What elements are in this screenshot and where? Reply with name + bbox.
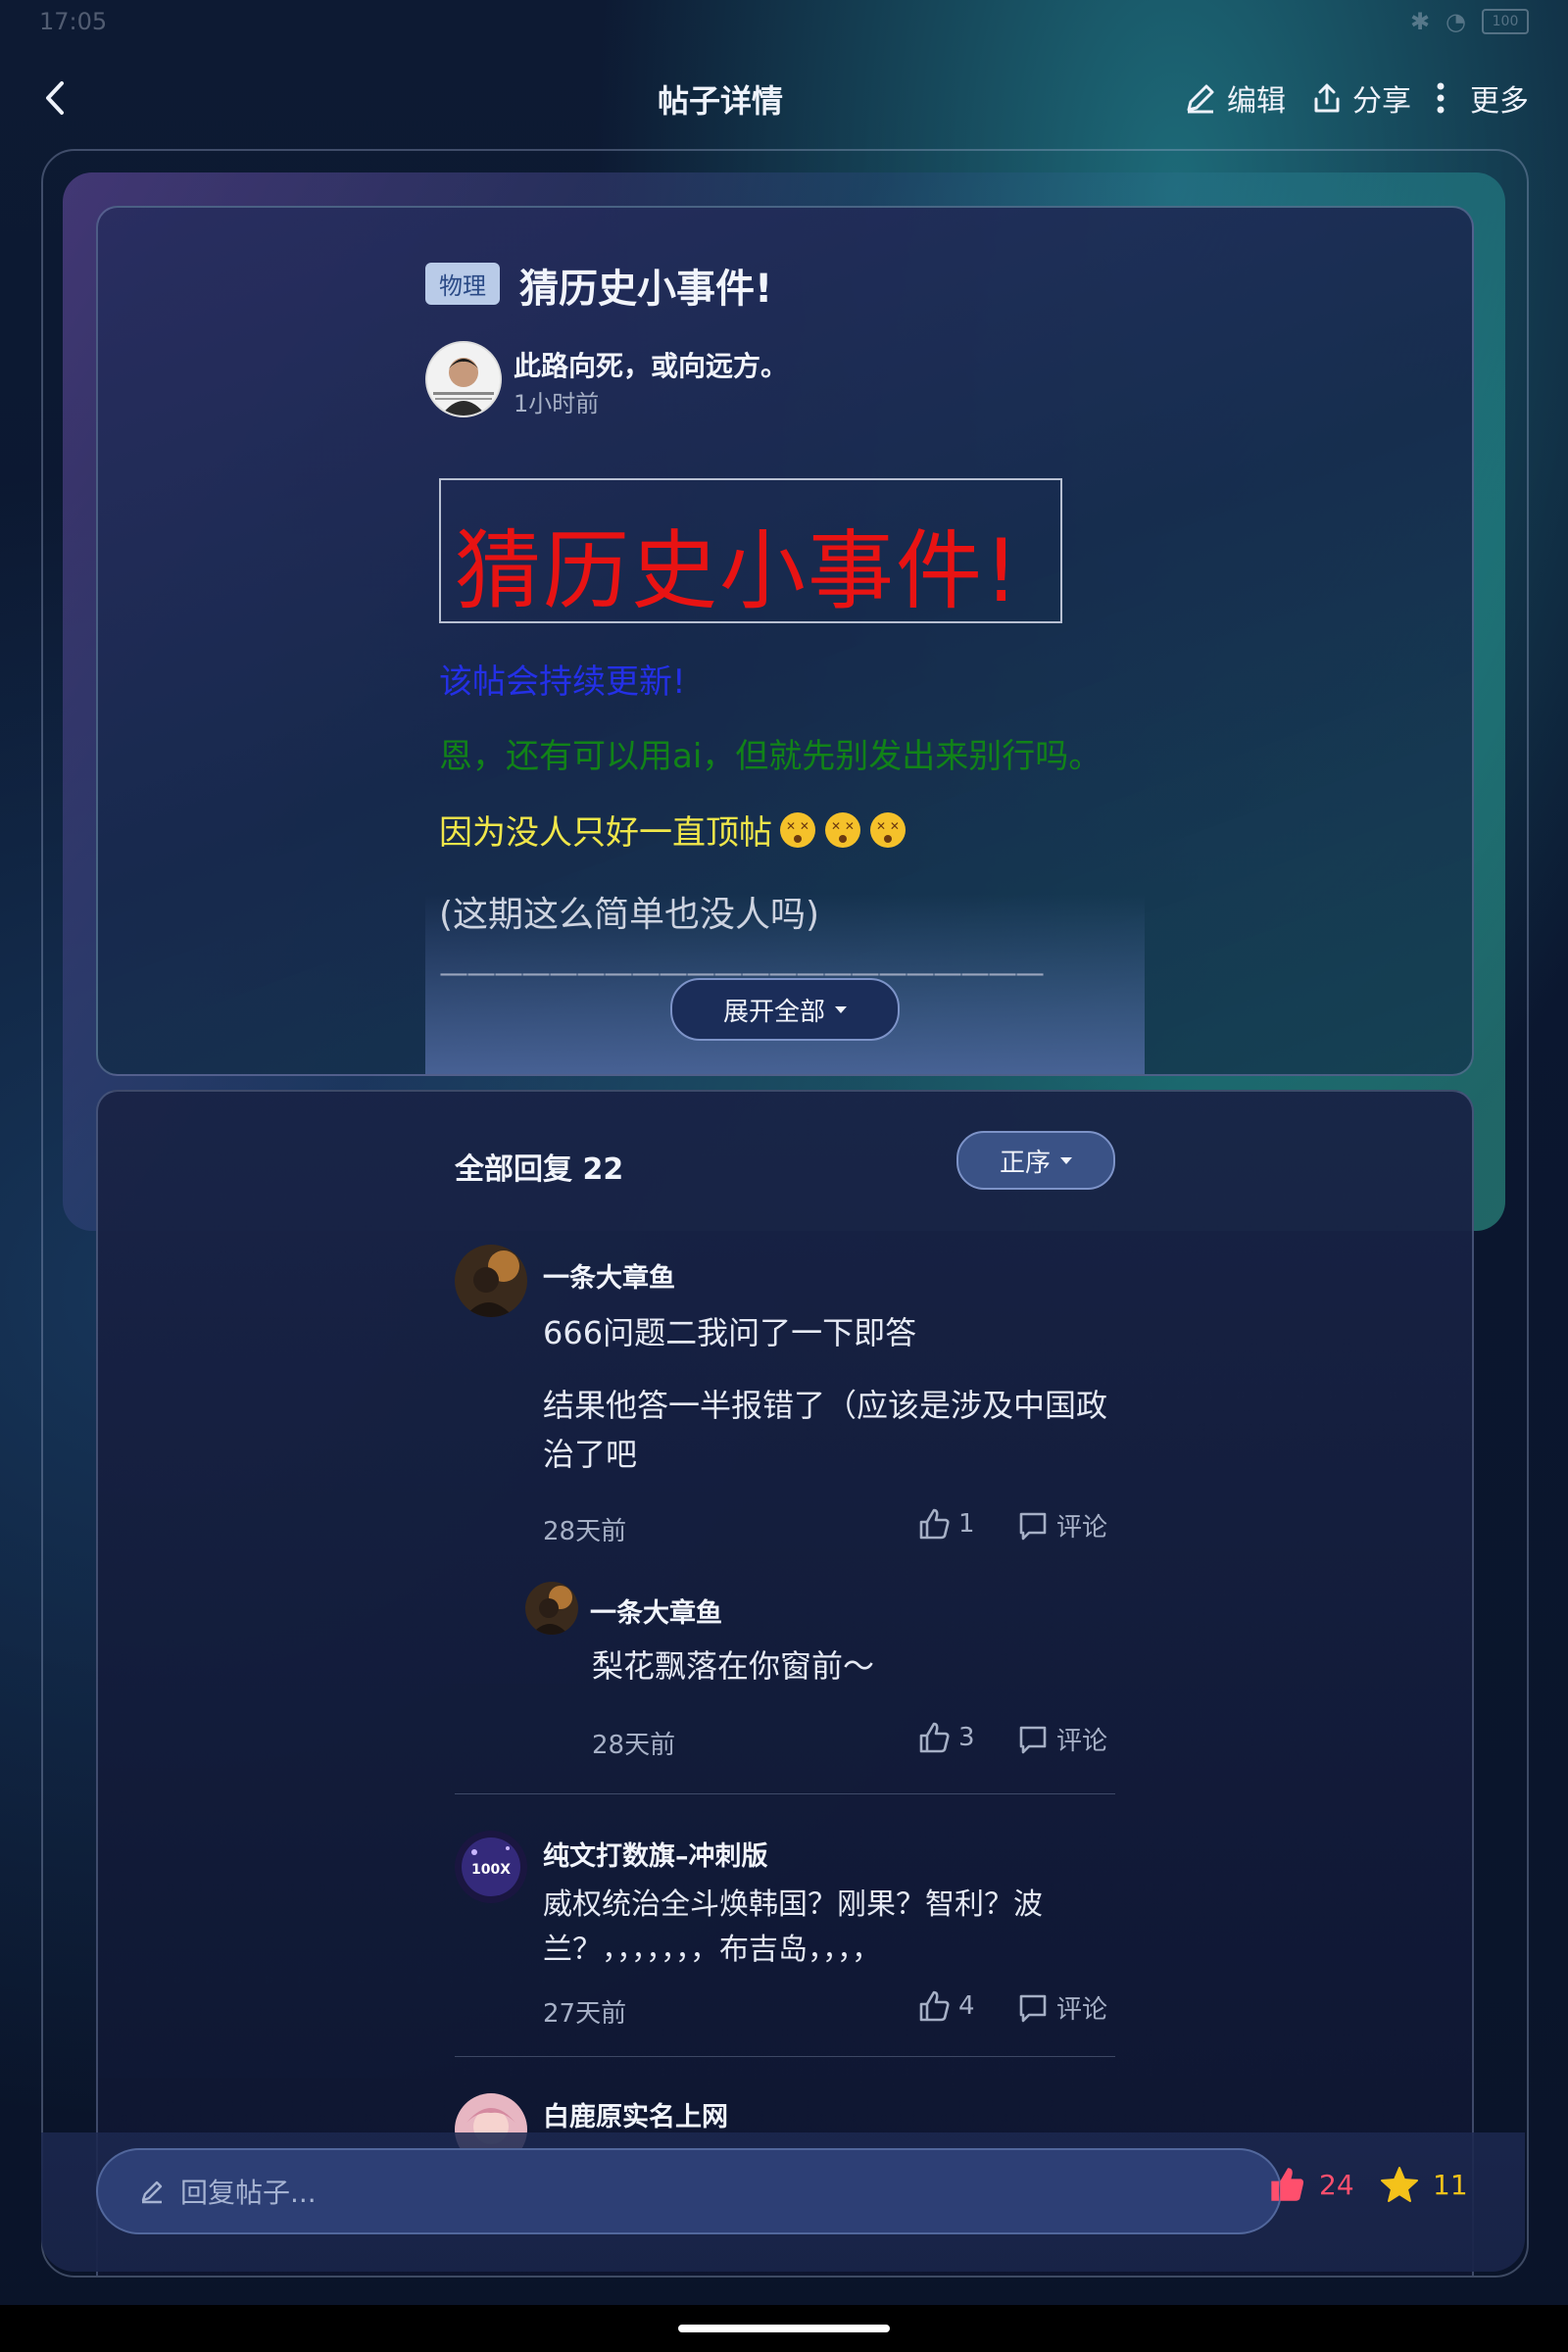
subreply-like-button[interactable]: 3 — [917, 1721, 975, 1754]
edit-label: 编辑 — [1227, 84, 1286, 119]
battery-icon: 100 — [1482, 9, 1529, 34]
subreply-text: 梨花飘落在你窗前～ — [592, 1647, 875, 1685]
thumb-up-icon — [919, 1722, 950, 1753]
post-time: 1小时前 — [514, 390, 600, 417]
bluetooth-icon: ✱ — [1409, 8, 1431, 35]
edit-icon — [1187, 84, 1214, 114]
reply-divider — [455, 2056, 1115, 2057]
post-line-blue: 该帖会持续更新! — [439, 662, 686, 702]
subreply-time: 28天前 — [592, 1731, 676, 1760]
post-like-button[interactable]: 24 — [1268, 2166, 1354, 2203]
post-card: 物理 猜历史小事件! 此路向死，或向远方。 1小时前 猜历史小事件! 该帖会持续… — [96, 206, 1474, 1076]
svg-text:✕ ✕: ✕ ✕ — [876, 819, 900, 833]
edit-button[interactable]: 编辑 — [1184, 76, 1286, 120]
gesture-bar — [0, 2305, 1568, 2352]
reply-like-button[interactable]: 4 — [917, 1989, 975, 2023]
reply-comment-button[interactable]: 评论 — [1017, 1507, 1107, 1544]
comment-icon — [1019, 1726, 1047, 1753]
svg-text:✕ ✕: ✕ ✕ — [786, 819, 809, 833]
header-actions: 编辑 分享 更多 — [1184, 76, 1529, 120]
reply-avatar[interactable]: 100X — [455, 1831, 527, 1903]
subreply-avatar[interactable] — [525, 1582, 578, 1635]
svg-text:✕ ✕: ✕ ✕ — [831, 819, 855, 833]
replies-count-title: 全部回复 22 — [455, 1152, 624, 1187]
svg-text:100X: 100X — [471, 1862, 511, 1878]
reply-text: 兰？，，，，，，，布吉岛，，，， — [543, 1933, 881, 1967]
bottom-bar: 回复帖子... 24 11 — [41, 2132, 1525, 2272]
reply-text: 威权统治全斗焕韩国？刚果？智利？波 — [543, 1887, 1043, 1922]
comment-label: 评论 — [1056, 1995, 1108, 2025]
dizzy-face-icon: ✕ ✕ ✕ ✕ ✕ ✕ — [780, 811, 906, 848]
headline-text: 猜历史小事件! — [455, 520, 1021, 621]
reply-comment-button[interactable]: 评论 — [1017, 1989, 1107, 2026]
comment-icon — [1019, 1512, 1047, 1540]
reply-input[interactable]: 回复帖子... — [96, 2148, 1282, 2234]
replies-card: 全部回复 22 正序 一条大章鱼 666问题二我问了一下即答 结果他答一半报错了… — [96, 1090, 1474, 2276]
expand-all-button[interactable]: 展开全部 — [670, 978, 900, 1041]
replies-list: 全部回复 22 正序 一条大章鱼 666问题二我问了一下即答 结果他答一半报错了… — [455, 1092, 1115, 2276]
like-count: 4 — [958, 1991, 975, 2021]
pencil-icon — [141, 2180, 163, 2204]
share-button[interactable]: 分享 — [1311, 76, 1411, 120]
reply-text: 结果他答一半报错了（应该是涉及中国政 — [543, 1387, 1108, 1424]
reply-author[interactable]: 白鹿原实名上网 — [543, 2095, 728, 2133]
reply-author[interactable]: 纯文打数旗–冲刺版 — [543, 1835, 768, 1873]
reply-like-button[interactable]: 1 — [917, 1507, 975, 1541]
expand-all-label: 展开全部 — [722, 997, 825, 1027]
post-line-yellow-text: 因为没人只好一直顶帖 — [439, 813, 772, 853]
reply-placeholder: 回复帖子... — [180, 2177, 317, 2209]
post-title: 猜历史小事件! — [519, 267, 773, 312]
like-filled-icon — [1271, 2168, 1304, 2201]
author-avatar[interactable] — [425, 341, 502, 417]
reply-avatar[interactable] — [455, 1245, 527, 1317]
home-indicator[interactable] — [678, 2325, 890, 2332]
headline-box: 猜历史小事件! — [439, 478, 1062, 623]
share-label: 分享 — [1352, 84, 1411, 119]
caret-down-icon — [835, 1005, 847, 1013]
status-icons: ✱ ◔ 100 — [1410, 8, 1529, 35]
reply-text: 666问题二我问了一下即答 — [543, 1314, 917, 1351]
post-line-yellow: 因为没人只好一直顶帖 ✕ ✕ ✕ ✕ ✕ ✕ — [439, 806, 907, 854]
reply-text: 治了吧 — [543, 1436, 638, 1473]
category-tag[interactable]: 物理 — [425, 263, 500, 305]
like-count: 3 — [958, 1723, 975, 1752]
more-label: 更多 — [1470, 84, 1529, 119]
more-button[interactable]: 更多 — [1437, 76, 1529, 120]
reply-divider — [455, 1793, 1115, 1794]
reply-author[interactable]: 一条大章鱼 — [543, 1256, 675, 1295]
sort-label: 正序 — [999, 1148, 1051, 1178]
comment-label: 评论 — [1056, 1513, 1108, 1543]
post-content: 物理 猜历史小事件! 此路向死，或向远方。 1小时前 猜历史小事件! 该帖会持续… — [425, 208, 1145, 1074]
like-count: 1 — [958, 1509, 975, 1539]
post-favorite-count: 11 — [1433, 2168, 1468, 2201]
thumb-up-icon — [919, 1990, 950, 2022]
caret-down-icon — [1060, 1156, 1072, 1164]
post-line-gray: (这期这么简单也没人吗) — [439, 895, 820, 935]
status-time: 17:05 — [39, 8, 108, 35]
subreply-comment-button[interactable]: 评论 — [1017, 1721, 1107, 1757]
post-favorite-button[interactable]: 11 — [1380, 2166, 1468, 2203]
comment-icon — [1019, 1994, 1047, 2022]
top-bar: 帖子详情 编辑 分享 更多 — [0, 59, 1568, 137]
sort-order-button[interactable]: 正序 — [956, 1131, 1115, 1190]
star-icon — [1381, 2167, 1418, 2202]
post-line-green: 恩，还有可以用ai，但就先别发出来别行吗。 — [439, 737, 1102, 776]
reply-time: 27天前 — [543, 1999, 627, 2029]
wifi-icon: ◔ — [1446, 8, 1466, 35]
more-icon — [1437, 82, 1445, 114]
reply-time: 28天前 — [543, 1517, 627, 1546]
comment-label: 评论 — [1056, 1727, 1108, 1756]
share-icon — [1314, 83, 1340, 113]
status-bar: 17:05 ✱ ◔ 100 — [0, 0, 1568, 47]
thumb-up-icon — [919, 1508, 950, 1540]
post-like-count: 24 — [1319, 2168, 1354, 2201]
author-name[interactable]: 此路向死，或向远方。 — [514, 345, 788, 384]
subreply-author[interactable]: 一条大章鱼 — [590, 1592, 722, 1630]
